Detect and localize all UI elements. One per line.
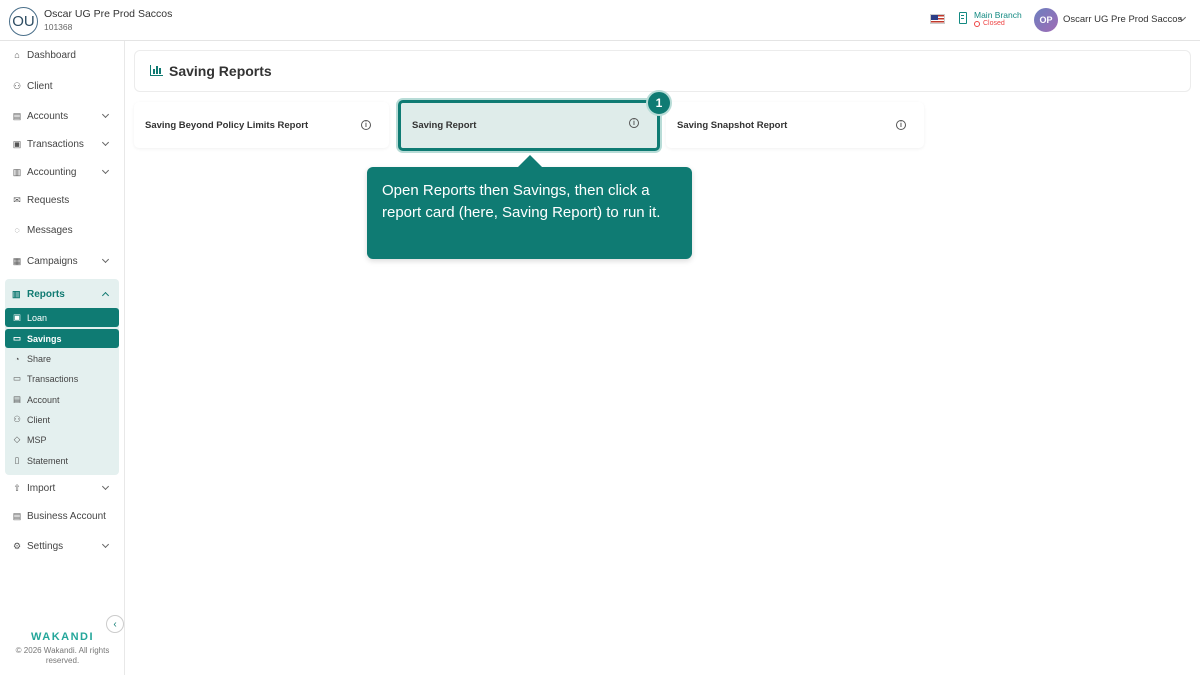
sidebar-subitem-savings[interactable]: ▭ Savings <box>5 329 119 348</box>
sidebar-item-label: Transactions <box>27 138 84 150</box>
top-bar: OU Oscar UG Pre Prod Saccos 101368 Main … <box>0 0 1200 41</box>
sidebar-item-messages[interactable]: ◌ Messages <box>0 218 124 242</box>
report-card-saving-snapshot[interactable]: Saving Snapshot Report i <box>666 102 924 148</box>
sidebar-item-campaigns[interactable]: ▦ Campaigns <box>0 249 124 273</box>
user-name[interactable]: Oscarr UG Pre Prod Saccos <box>1063 14 1182 25</box>
chat-icon: ◌ <box>14 225 20 235</box>
org-avatar[interactable]: OU <box>9 7 38 36</box>
sidebar-subitem-client[interactable]: ⚇ Client <box>5 410 119 429</box>
chart-icon <box>150 65 163 76</box>
chevron-down-icon <box>101 482 110 491</box>
report-card-label: Saving Report <box>412 120 477 131</box>
sidebar-item-label: Business Account <box>27 510 106 522</box>
sidebar-subitem-msp[interactable]: ◇ MSP <box>5 430 119 449</box>
briefcase-icon: ▤ <box>12 510 22 521</box>
sidebar-item-label: Account <box>27 394 60 405</box>
sidebar-item-label: Client <box>27 80 53 92</box>
home-icon: ⌂ <box>14 50 20 60</box>
branch-status: Closed <box>983 20 1005 27</box>
sidebar-item-accounting[interactable]: ▥ Accounting <box>0 160 124 184</box>
sidebar-subitem-loan[interactable]: ▣ Loan <box>5 308 119 327</box>
sidebar-item-reports[interactable]: ▥ Reports <box>5 282 119 306</box>
chevron-down-icon <box>101 110 110 119</box>
brand-logo: WAKANDI <box>30 631 95 643</box>
copyright-text: © 2026 Wakandi. All rights reserved. <box>15 646 110 665</box>
sidebar-item-label: Share <box>27 353 52 364</box>
sidebar-subitem-transactions[interactable]: ▭ Transactions <box>5 369 119 388</box>
grid-icon: ▦ <box>12 255 22 266</box>
sidebar-item-requests[interactable]: ✉ Requests <box>0 188 124 212</box>
sidebar-item-label: Savings <box>27 333 62 344</box>
info-icon[interactable]: i <box>361 120 371 130</box>
report-card-saving-report[interactable]: Saving Report i <box>398 100 660 151</box>
users-icon: ⚇ <box>13 414 21 424</box>
sidebar-item-label: Accounts <box>27 110 69 122</box>
card-icon: ▭ <box>12 373 22 383</box>
cash-icon: ▣ <box>12 138 22 149</box>
user-avatar[interactable]: OP <box>1034 8 1058 32</box>
sidebar-item-label: Loan <box>27 312 48 323</box>
sidebar-item-transactions[interactable]: ▣ Transactions <box>0 132 124 156</box>
chart-icon: ▥ <box>12 288 21 299</box>
shield-icon: ◇ <box>13 434 21 444</box>
page-title: Saving Reports <box>169 63 272 79</box>
sidebar-item-label: Campaigns <box>27 255 78 267</box>
sidebar-subitem-statement[interactable]: ▯ Statement <box>5 451 119 470</box>
sidebar-item-label: Transactions <box>27 373 79 384</box>
sidebar-item-business-account[interactable]: ▤ Business Account <box>0 504 124 528</box>
chevron-down-icon <box>101 138 110 147</box>
sidebar-item-label: Reports <box>27 288 65 300</box>
sidebar-item-import[interactable]: ⇧ Import <box>0 476 124 500</box>
wallet-icon: ▭ <box>12 333 22 343</box>
users-icon: ⚇ <box>12 80 22 91</box>
sidebar-item-label: Requests <box>27 194 70 206</box>
info-icon[interactable]: i <box>896 120 906 130</box>
sidebar-item-label: MSP <box>27 434 47 445</box>
sidebar-subitem-share[interactable]: ◔ Share <box>5 349 119 368</box>
document-icon: ▯ <box>14 455 20 465</box>
sidebar-subitem-account[interactable]: ▤ Account <box>5 390 119 409</box>
guide-tooltip: Open Reports then Savings, then click a … <box>367 155 692 259</box>
sidebar-item-accounts[interactable]: ▤ Accounts <box>0 104 124 128</box>
sidebar-item-dashboard[interactable]: ⌂ Dashboard <box>0 43 124 67</box>
sidebar-item-label: Statement <box>27 455 69 466</box>
ledger-icon: ▥ <box>12 166 22 177</box>
chevron-down-icon <box>101 540 110 549</box>
report-card-label: Saving Snapshot Report <box>677 119 788 131</box>
sidebar-item-label: Dashboard <box>27 49 76 61</box>
sidebar-item-settings[interactable]: ⚙ Settings <box>0 534 124 558</box>
org-name: Oscar UG Pre Prod Saccos <box>44 8 173 20</box>
chevron-down-icon <box>101 166 110 175</box>
sidebar-item-label: Settings <box>27 540 64 552</box>
us-flag-icon[interactable] <box>930 14 945 24</box>
sidebar-item-label: Client <box>27 414 51 425</box>
upload-icon: ⇧ <box>13 482 21 493</box>
sidebar-item-label: Messages <box>27 224 73 236</box>
building-icon <box>959 12 967 24</box>
step-badge: 1 <box>646 90 672 116</box>
guide-tooltip-text: Open Reports then Savings, then click a … <box>382 182 661 221</box>
sidebar-item-label: Accounting <box>27 166 77 178</box>
sidebar-item-label: Import <box>27 482 56 494</box>
chevron-down-icon <box>101 255 110 264</box>
cash-icon: ▣ <box>12 312 22 322</box>
gear-icon: ⚙ <box>12 540 22 551</box>
ledger-icon: ▤ <box>12 394 22 404</box>
sidebar-item-client[interactable]: ⚇ Client <box>0 74 124 98</box>
report-card-saving-beyond-policy-limits[interactable]: Saving Beyond Policy Limits Report i <box>134 102 389 148</box>
mail-icon: ✉ <box>13 194 21 205</box>
closed-status-icon <box>974 21 980 27</box>
org-id: 101368 <box>44 22 73 32</box>
pie-icon: ◔ <box>14 353 20 364</box>
branch-name[interactable]: Main Branch <box>974 10 1022 20</box>
info-icon[interactable]: i <box>629 118 639 128</box>
report-card-label: Saving Beyond Policy Limits Report <box>145 119 309 131</box>
briefcase-icon: ▤ <box>12 110 22 121</box>
page-header <box>134 50 1191 92</box>
chevron-up-icon <box>101 291 110 300</box>
